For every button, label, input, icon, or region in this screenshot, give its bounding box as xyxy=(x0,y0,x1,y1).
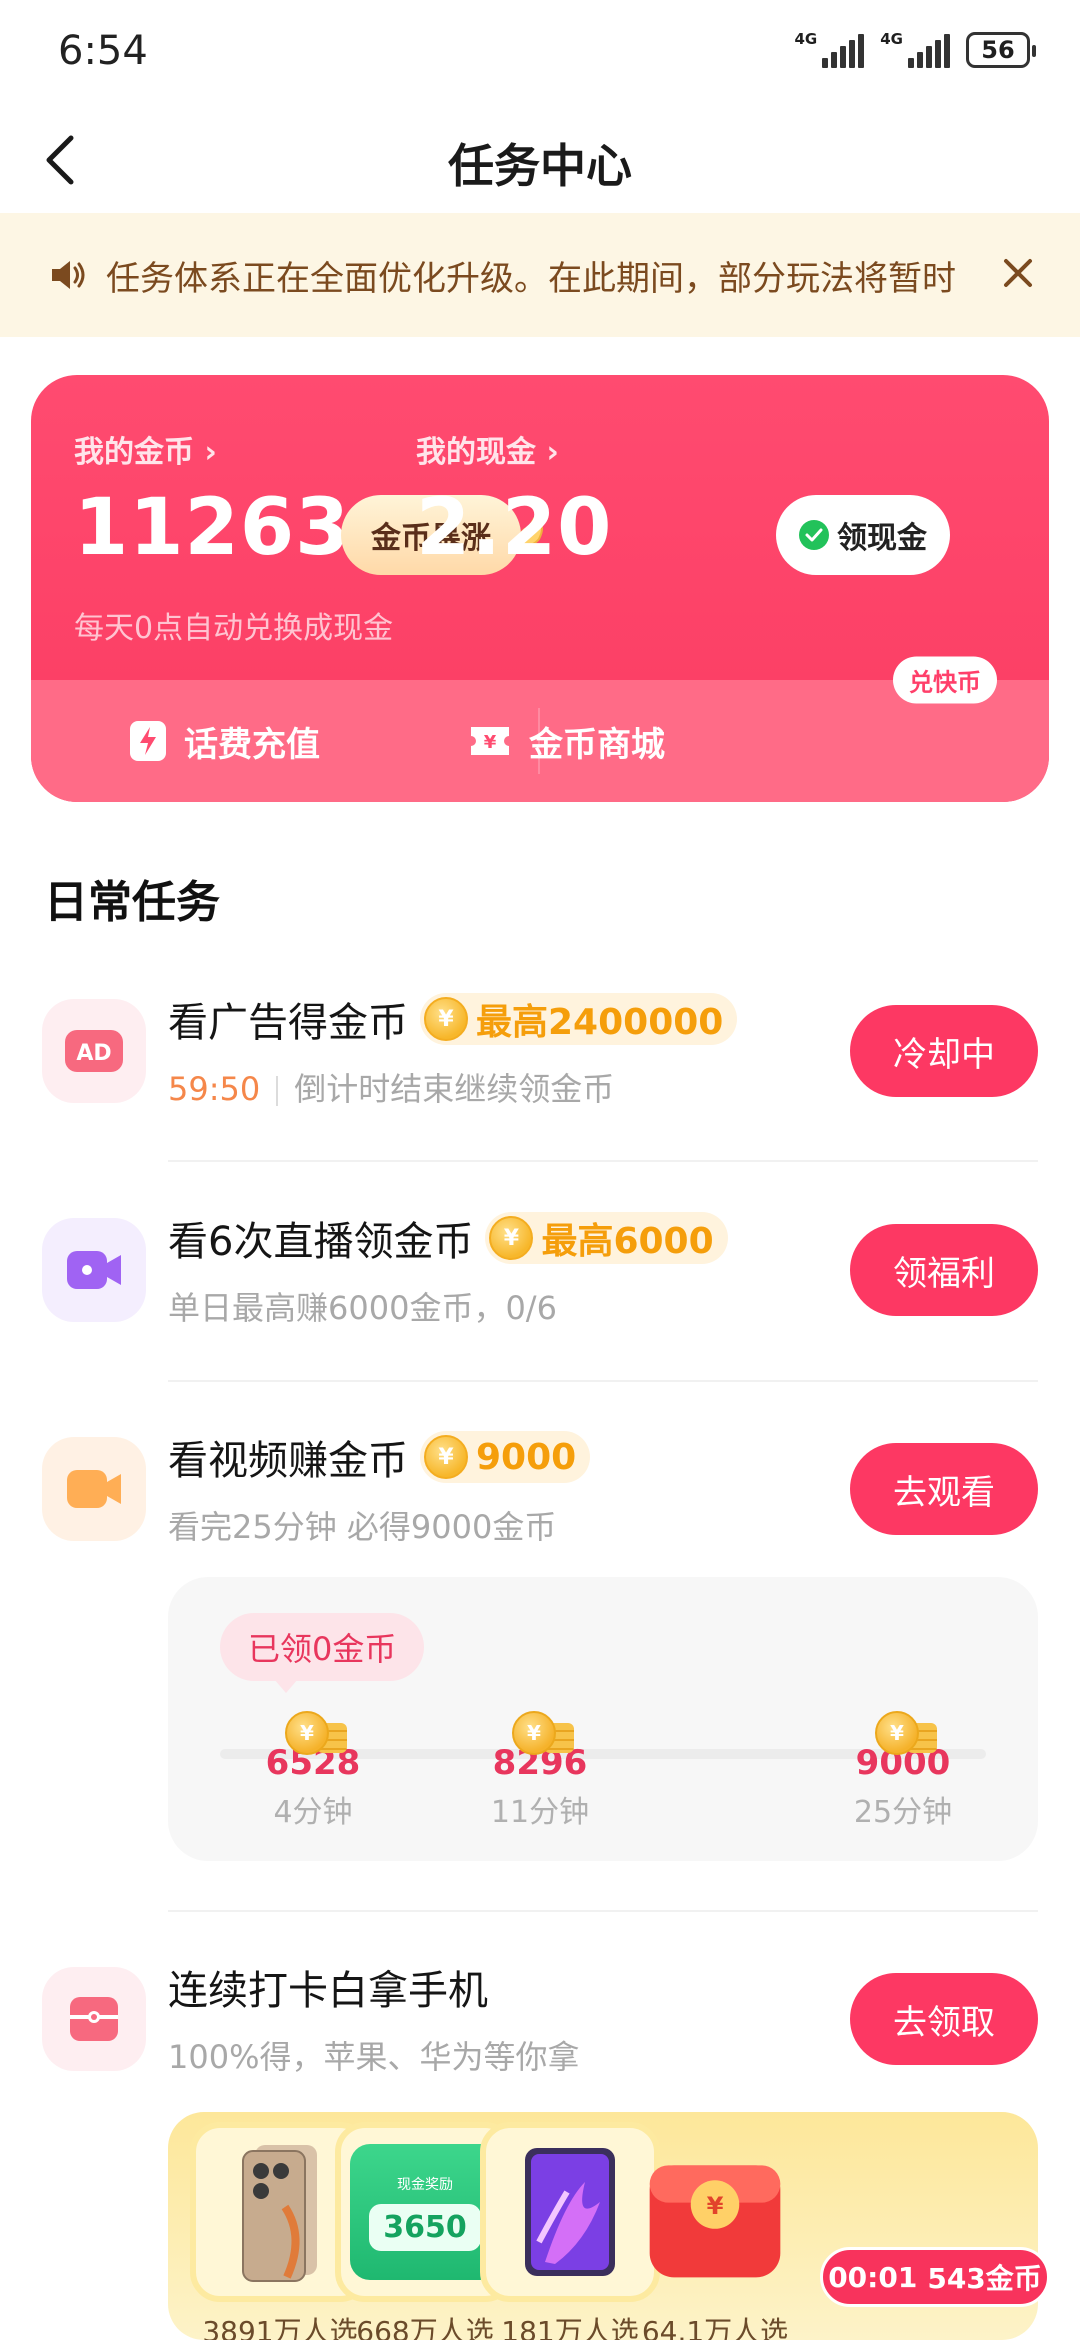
battery-icon: 56 xyxy=(966,32,1036,68)
coin-mall-label: 金币商城 xyxy=(529,724,665,765)
timer-time: 00:01 xyxy=(828,2260,918,2294)
countdown-timer: 59:50 xyxy=(168,1070,261,1108)
task-subtitle: 单日最高赚6000金币，0/6 xyxy=(168,1289,557,1327)
task-subtitle: 59:50 倒计时结束继续领金币 xyxy=(168,1064,614,1110)
task-title: 看广告得金币 xyxy=(168,1000,408,1046)
floating-reward-timer[interactable]: 00:01 543金币 xyxy=(820,2247,1050,2307)
divider xyxy=(168,1160,1038,1162)
status-bar: 6:54 4G 4G 56 xyxy=(0,0,1080,110)
claim-benefit-button[interactable]: 领福利 xyxy=(850,1224,1038,1316)
video-camera-icon xyxy=(42,1437,146,1541)
earned-coins-bubble: 已领0金币 xyxy=(220,1613,425,1693)
prize-popularity: 64.1万人选 xyxy=(641,2315,789,2340)
task-title-row: 看6次直播领金币 ¥ 最高6000 xyxy=(168,1209,728,1267)
network-type: 4G xyxy=(880,30,903,48)
notice-banner: 任务体系正在全面优化升级。在此期间，部分玩法将暂时 xyxy=(0,213,1080,337)
signal-icon: 4G xyxy=(795,32,865,68)
wallet-card: 我的金币 › 11263 金币暴涨 我的现金 › 2.20 领现金 每天0点自动… xyxy=(31,375,1049,802)
notice-close-button[interactable] xyxy=(998,253,1038,293)
task-subtitle: 100%得，苹果、华为等你拿 xyxy=(168,2038,580,2076)
withdraw-cash-button[interactable]: 领现金 xyxy=(776,495,950,575)
lightning-icon xyxy=(130,721,166,761)
close-icon xyxy=(1004,259,1032,287)
phone-topup-button[interactable]: 话费充值 xyxy=(128,716,320,766)
tablet-icon xyxy=(525,2148,615,2276)
coins-value: 11263 xyxy=(74,483,351,573)
reward-amount: 最高6000 xyxy=(541,1221,714,1262)
my-coins-link[interactable]: 我的金币 › xyxy=(74,427,217,471)
reward-badge: ¥ 9000 xyxy=(420,1431,591,1483)
gift-box-icon xyxy=(42,1967,146,2071)
cooldown-button[interactable]: 冷却中 xyxy=(850,1005,1038,1097)
reward-badge: ¥ 最高2400000 xyxy=(420,993,738,1045)
withdraw-cash-label: 领现金 xyxy=(837,521,927,556)
live-video-icon xyxy=(42,1218,146,1322)
page-title: 任务中心 xyxy=(448,139,632,193)
task-title: 看视频赚金币 xyxy=(168,1438,408,1484)
task-title: 连续打卡白拿手机 xyxy=(168,1968,488,2014)
notice-text: 任务体系正在全面优化升级。在此期间，部分玩法将暂时 xyxy=(106,258,956,299)
task-subtitle: 看完25分钟 必得9000金币 xyxy=(168,1508,557,1546)
watch-video-button[interactable]: 去观看 xyxy=(850,1443,1038,1535)
wallet-subtext: 每天0点自动兑换成现金 xyxy=(74,611,394,646)
coin-stack-icon: ¥ xyxy=(863,1707,943,1759)
page-header: 任务中心 xyxy=(0,110,1080,210)
svg-text:¥: ¥ xyxy=(707,2191,724,2220)
ad-icon: AD xyxy=(42,999,146,1103)
milestone-time: 4分钟 xyxy=(273,1795,353,1830)
status-time: 6:54 xyxy=(58,28,148,74)
milestone-time: 25分钟 xyxy=(853,1795,953,1830)
coin-stack-icon: ¥ xyxy=(273,1707,353,1759)
task-title-row: 连续打卡白拿手机 xyxy=(168,1958,488,2016)
network-type: 4G xyxy=(794,30,818,48)
coin-icon: ¥ xyxy=(424,1435,468,1479)
cash-reward-label: 现金奖励 xyxy=(397,2176,453,2193)
section-title: 日常任务 xyxy=(44,877,220,928)
wechat-icon xyxy=(799,520,829,550)
task-title-row: 看视频赚金币 ¥ 9000 xyxy=(168,1428,591,1486)
reward-amount: 最高2400000 xyxy=(476,1002,724,1043)
milestone-time: 11分钟 xyxy=(490,1795,590,1830)
treasure-box-icon: ¥ xyxy=(649,2165,781,2278)
milestone: ¥ 9000 25分钟 xyxy=(823,1707,983,1831)
ticket-icon: ¥ xyxy=(471,727,509,755)
svg-text:¥: ¥ xyxy=(484,732,497,753)
reward-amount: 9000 xyxy=(476,1436,577,1478)
countdown-text: 倒计时结束继续领金币 xyxy=(294,1070,615,1108)
reward-badge: ¥ 最高6000 xyxy=(485,1212,728,1264)
coin-icon: ¥ xyxy=(489,1216,534,1260)
coin-icon: ¥ xyxy=(424,997,468,1041)
divider xyxy=(276,1076,279,1106)
prize-item[interactable]: ¥ xyxy=(625,2122,805,2302)
mall-badge: 兑快币 xyxy=(893,656,997,704)
task-title: 看6次直播领金币 xyxy=(168,1219,474,1265)
speaker-icon xyxy=(52,261,85,289)
video-progress-panel: 已领0金币 ¥ 6528 4分钟 ¥ 8296 11分钟 ¥ 9000 25分钟 xyxy=(168,1577,1038,1861)
claim-phone-button[interactable]: 去领取 xyxy=(850,1973,1038,2065)
status-icons: 4G 4G 56 xyxy=(795,32,1036,68)
divider xyxy=(168,1380,1038,1382)
milestone: ¥ 6528 4分钟 xyxy=(233,1707,393,1831)
timer-coins: 543金币 xyxy=(927,2262,1042,2295)
coin-stack-icon: ¥ xyxy=(500,1707,580,1759)
task-title-row: 看广告得金币 ¥ 最高2400000 xyxy=(168,990,738,1048)
wallet-actions: 话费充值 ¥ 金币商城 xyxy=(31,680,1049,802)
smartphone-icon xyxy=(242,2145,317,2282)
divider xyxy=(168,1910,1038,1912)
my-cash-link[interactable]: 我的现金 › xyxy=(416,427,559,471)
milestone: ¥ 8296 11分钟 xyxy=(460,1707,620,1831)
cash-reward-card: 现金奖励 3650 xyxy=(350,2144,500,2280)
cash-reward-amount: 3650 xyxy=(383,2209,467,2245)
coin-mall-button[interactable]: ¥ 金币商城 xyxy=(467,716,665,766)
signal-icon: 4G xyxy=(880,32,950,68)
phone-topup-label: 话费充值 xyxy=(184,724,320,765)
cash-value: 2.20 xyxy=(416,483,613,573)
svg-text:AD: AD xyxy=(76,1041,111,1066)
cash-reward-amount-box: 3650 xyxy=(369,2203,481,2251)
